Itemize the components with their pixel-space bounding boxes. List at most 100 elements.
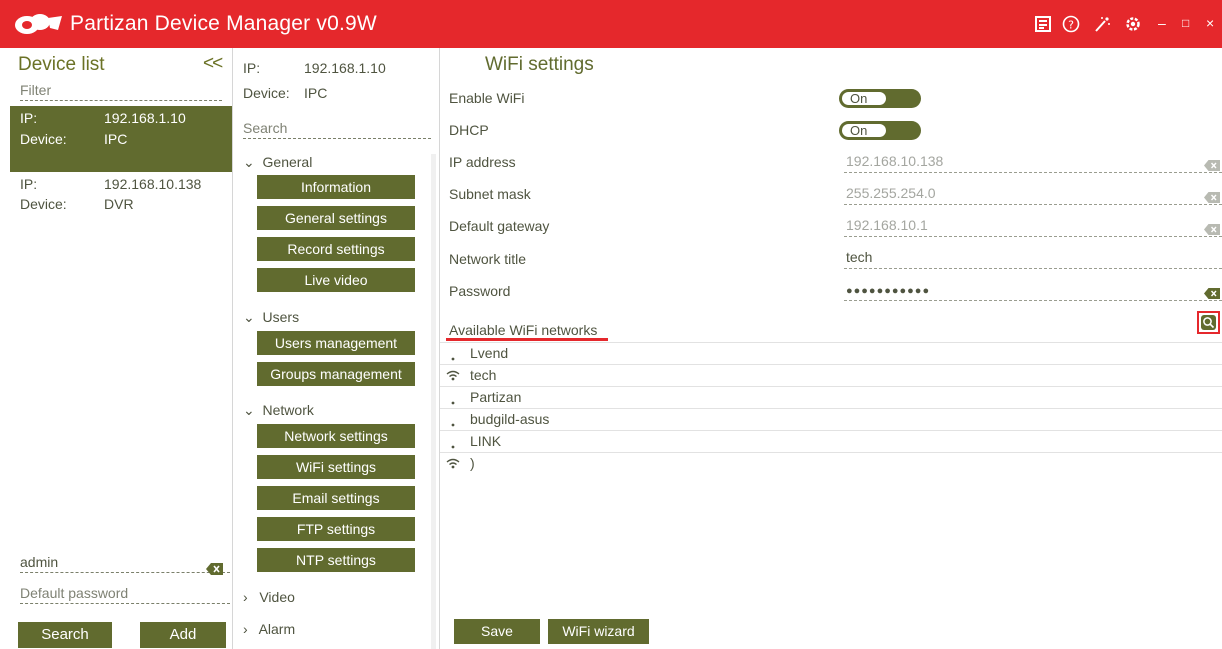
enable-wifi-label: Enable WiFi [449, 90, 525, 106]
list-item[interactable]: budgild-asus [440, 408, 1222, 430]
ip-address-field[interactable]: 192.168.10.138 [844, 151, 1222, 173]
menu-item-ntp-settings[interactable]: NTP settings [257, 548, 415, 572]
add-device-button[interactable]: Add [140, 622, 226, 648]
menu-item-information[interactable]: Information [257, 175, 415, 199]
clear-input-icon[interactable] [206, 562, 223, 575]
section-alarm[interactable]: › Alarm [243, 621, 295, 637]
wifi-wizard-button[interactable]: WiFi wizard [548, 619, 649, 644]
highlight-underline [446, 338, 608, 341]
menu-item-ftp-settings[interactable]: FTP settings [257, 517, 415, 541]
default-gateway-field[interactable]: 192.168.10.1 [844, 215, 1222, 237]
settings-menu-panel: IP: 192.168.1.10 Device: IPC Search ⌄ Ge… [233, 48, 439, 649]
password-value: ●●●●●●●●●●● [846, 285, 931, 297]
network-name: Lvend [470, 345, 509, 361]
section-network[interactable]: ⌄ Network [243, 402, 314, 419]
weak-signal-icon [445, 387, 461, 408]
password-label: Password [449, 283, 511, 299]
clear-input-icon[interactable] [1204, 188, 1220, 203]
menu-item-users-management[interactable]: Users management [257, 331, 415, 355]
enable-wifi-toggle[interactable]: On [839, 89, 921, 108]
ip-label: IP: [20, 110, 38, 126]
section-label: Video [259, 589, 295, 605]
collapse-panel-button[interactable]: << [203, 53, 223, 75]
clear-input-icon[interactable] [1204, 284, 1220, 299]
device-label: Device: [20, 196, 67, 212]
network-name: Partizan [470, 389, 522, 405]
section-general[interactable]: ⌄ General [243, 154, 312, 171]
list-item[interactable]: tech [440, 364, 1222, 386]
search-icon [1201, 315, 1216, 330]
menu-item-live-video[interactable]: Live video [257, 268, 415, 292]
section-label: Users [262, 309, 300, 325]
weak-signal-icon [445, 343, 461, 364]
toggle-state: On [841, 91, 887, 106]
section-users[interactable]: ⌄ Users [243, 309, 299, 326]
network-name: LINK [470, 433, 502, 449]
device-list-item[interactable]: IP: 192.168.10.138 Device: DVR [10, 174, 232, 240]
clear-input-icon[interactable] [1204, 220, 1220, 235]
svg-text:?: ? [1068, 19, 1074, 32]
partizan-logo [14, 12, 64, 36]
network-name: budgild-asus [470, 411, 550, 427]
wifi-network-list: Lvend tech Partizan budgild-asus LINK ) [440, 342, 1222, 474]
ip-label: IP: [20, 176, 38, 192]
wifi-signal-icon [445, 453, 461, 474]
password-input[interactable]: Default password [20, 584, 230, 604]
page-title: WiFi settings [485, 54, 594, 75]
device-ip: 192.168.10.138 [104, 176, 202, 192]
search-devices-button[interactable]: Search [18, 622, 112, 648]
device-ip: 192.168.1.10 [104, 110, 186, 126]
minimize-button[interactable]: – [1158, 14, 1166, 32]
network-title-label: Network title [449, 251, 527, 267]
menu-search-input[interactable]: Search [243, 119, 431, 139]
dhcp-label: DHCP [449, 122, 489, 138]
device-label: Device: [20, 131, 67, 147]
ip-address-label: IP address [449, 154, 516, 170]
settings-gear-icon[interactable] [1124, 15, 1142, 33]
selected-device: IPC [304, 85, 328, 101]
section-label: Network [262, 402, 314, 418]
scan-networks-button[interactable] [1197, 311, 1220, 334]
book-icon[interactable] [1034, 15, 1052, 33]
network-title-value: tech [846, 249, 873, 265]
menu-item-wifi-settings[interactable]: WiFi settings [257, 455, 415, 479]
title-bar: Partizan Device Manager v0.9W ? – □ × [0, 0, 1222, 48]
clear-input-icon[interactable] [1204, 156, 1220, 171]
menu-item-general-settings[interactable]: General settings [257, 206, 415, 230]
menu-item-network-settings[interactable]: Network settings [257, 424, 415, 448]
username-input[interactable]: admin [20, 553, 230, 573]
list-item[interactable]: ) [440, 452, 1222, 474]
available-networks-label: Available WiFi networks [449, 322, 598, 338]
device-type: IPC [104, 131, 128, 147]
save-button[interactable]: Save [454, 619, 540, 644]
app-title: Partizan Device Manager v0.9W [70, 12, 377, 35]
menu-scrollbar[interactable] [431, 154, 436, 649]
menu-item-record-settings[interactable]: Record settings [257, 237, 415, 261]
dhcp-toggle[interactable]: On [839, 121, 921, 140]
toggle-state: On [841, 123, 887, 138]
menu-item-email-settings[interactable]: Email settings [257, 486, 415, 510]
default-gateway-value: 192.168.10.1 [846, 217, 928, 233]
wizard-wand-icon[interactable] [1093, 15, 1111, 33]
filter-input[interactable]: Filter [20, 81, 222, 101]
close-button[interactable]: × [1206, 14, 1214, 32]
help-icon[interactable]: ? [1062, 15, 1080, 33]
wifi-settings-panel: WiFi settings Enable WiFi On DHCP On IP … [440, 48, 1222, 649]
list-item[interactable]: Partizan [440, 386, 1222, 408]
device-list-item[interactable]: IP: 192.168.1.10 Device: IPC [10, 106, 232, 172]
network-name: ) [470, 455, 475, 471]
network-title-input[interactable]: tech [844, 247, 1222, 269]
list-item[interactable]: Lvend [440, 342, 1222, 364]
maximize-button[interactable]: □ [1182, 14, 1189, 32]
list-item[interactable]: LINK [440, 430, 1222, 452]
network-name: tech [470, 367, 497, 383]
section-label: General [262, 154, 313, 170]
default-gateway-label: Default gateway [449, 218, 550, 234]
password-input[interactable]: ●●●●●●●●●●● [844, 279, 1222, 301]
device-list-title: Device list [18, 54, 105, 75]
subnet-mask-field[interactable]: 255.255.254.0 [844, 183, 1222, 205]
ip-address-value: 192.168.10.138 [846, 153, 944, 169]
menu-item-groups-management[interactable]: Groups management [257, 362, 415, 386]
selected-ip: 192.168.1.10 [304, 60, 386, 76]
section-video[interactable]: › Video [243, 589, 295, 605]
